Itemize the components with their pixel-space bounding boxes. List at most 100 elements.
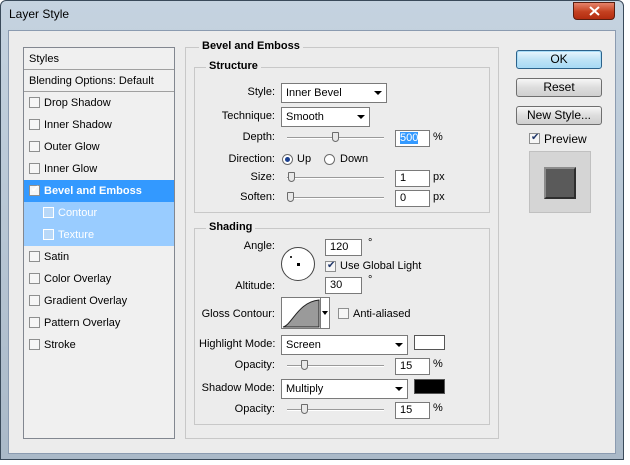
highlight-opacity-input[interactable]: 15 xyxy=(395,358,430,375)
shadow-color-swatch[interactable] xyxy=(414,379,445,394)
sidebar-item-texture[interactable]: Texture xyxy=(24,224,174,246)
gloss-contour-label: Gloss Contour: xyxy=(201,308,275,320)
depth-slider[interactable] xyxy=(287,132,384,142)
sidebar-item-inner-glow[interactable]: Inner Glow xyxy=(24,158,174,180)
sidebar-item-color-overlay[interactable]: Color Overlay xyxy=(24,268,174,290)
shadow-opacity-slider[interactable] xyxy=(287,404,384,414)
soften-value: 0 xyxy=(400,192,407,204)
angle-input[interactable]: 120 xyxy=(325,239,362,256)
technique-select[interactable]: Smooth xyxy=(281,107,370,127)
shadow-opacity-input[interactable]: 15 xyxy=(395,402,430,419)
sidebar-item-label: Drop Shadow xyxy=(44,97,111,109)
highlight-opacity-value: 15 xyxy=(400,360,413,372)
soften-slider[interactable] xyxy=(287,192,384,202)
blending-options-label: Blending Options: Default xyxy=(29,75,154,87)
new-style-button[interactable]: New Style... xyxy=(516,106,602,125)
soften-slider-thumb[interactable] xyxy=(287,192,294,202)
stroke-checkbox[interactable] xyxy=(29,339,40,350)
outer-glow-checkbox[interactable] xyxy=(29,141,40,152)
use-global-light-label: Use Global Light xyxy=(340,260,422,272)
highlight-mode-value: Screen xyxy=(286,339,321,351)
direction-up-radio[interactable] xyxy=(282,154,293,165)
pattern-overlay-checkbox[interactable] xyxy=(29,317,40,328)
bevel-emboss-title: Bevel and Emboss xyxy=(199,40,303,52)
use-global-light-checkbox[interactable]: ✔ xyxy=(325,260,336,272)
angle-dial[interactable] xyxy=(281,247,315,281)
altitude-input[interactable]: 30 xyxy=(325,277,362,294)
shadow-opacity-unit: % xyxy=(433,402,443,414)
blending-options-item[interactable]: Blending Options: Default xyxy=(24,70,174,92)
depth-label: Depth: xyxy=(242,131,275,143)
sidebar-item-label: Stroke xyxy=(44,339,76,351)
shading-title: Shading xyxy=(206,221,256,233)
title-bar[interactable]: Layer Style xyxy=(1,1,623,29)
styles-header[interactable]: Styles xyxy=(24,48,174,70)
preview-checkbox[interactable]: ✔ xyxy=(529,132,540,144)
anti-aliased-label: Anti-aliased xyxy=(353,308,411,320)
sidebar-item-stroke[interactable]: Stroke xyxy=(24,334,174,356)
size-input[interactable]: 1 xyxy=(395,170,430,187)
angle-unit: ° xyxy=(368,237,373,249)
sidebar-item-outer-glow[interactable]: Outer Glow xyxy=(24,136,174,158)
preview-label: Preview xyxy=(544,132,587,146)
highlight-color-swatch[interactable] xyxy=(414,335,445,350)
close-button[interactable] xyxy=(573,2,615,20)
altitude-value: 30 xyxy=(330,279,343,291)
sidebar-item-bevel-and-emboss[interactable]: ✔ Bevel and Emboss xyxy=(24,180,174,202)
depth-value: 500 xyxy=(400,132,419,144)
sidebar-item-satin[interactable]: Satin xyxy=(24,246,174,268)
checkmark-icon: ✔ xyxy=(31,184,40,195)
depth-unit: % xyxy=(433,131,443,143)
sidebar-item-inner-shadow[interactable]: Inner Shadow xyxy=(24,114,174,136)
shadow-mode-select[interactable]: Multiply xyxy=(281,379,408,399)
ok-button[interactable]: OK xyxy=(516,50,602,69)
sidebar-item-label: Color Overlay xyxy=(44,273,112,285)
gradient-overlay-checkbox[interactable] xyxy=(29,295,40,306)
angle-label: Angle: xyxy=(243,240,275,252)
drop-shadow-checkbox[interactable] xyxy=(29,97,40,108)
checkmark-icon: ✔ xyxy=(531,132,540,143)
shadow-mode-value: Multiply xyxy=(286,383,324,395)
sidebar-item-pattern-overlay[interactable]: Pattern Overlay xyxy=(24,312,174,334)
satin-checkbox[interactable] xyxy=(29,251,40,262)
sidebar-item-label: Outer Glow xyxy=(44,141,100,153)
highlight-opacity-slider[interactable] xyxy=(287,360,384,370)
highlight-opacity-label: Opacity: xyxy=(234,359,275,371)
soften-input[interactable]: 0 xyxy=(395,190,430,207)
anti-aliased-checkbox[interactable] xyxy=(338,308,349,319)
sidebar-item-gradient-overlay[interactable]: Gradient Overlay xyxy=(24,290,174,312)
inner-glow-checkbox[interactable] xyxy=(29,163,40,174)
sidebar-item-label: Pattern Overlay xyxy=(44,317,121,329)
inner-shadow-checkbox[interactable] xyxy=(29,119,40,130)
size-unit: px xyxy=(433,171,445,183)
close-icon xyxy=(589,6,600,16)
depth-slider-thumb[interactable] xyxy=(332,132,339,142)
shadow-opacity-thumb[interactable] xyxy=(301,404,308,414)
sidebar-item-label: Satin xyxy=(44,251,70,263)
highlight-opacity-thumb[interactable] xyxy=(301,360,308,370)
chevron-down-icon xyxy=(322,311,328,315)
gloss-contour-dropdown[interactable] xyxy=(321,297,330,329)
highlight-mode-select[interactable]: Screen xyxy=(281,335,408,355)
shadow-opacity-value: 15 xyxy=(400,404,413,416)
color-overlay-checkbox[interactable] xyxy=(29,273,40,284)
sidebar-item-drop-shadow[interactable]: Drop Shadow xyxy=(24,92,174,114)
contour-checkbox[interactable] xyxy=(43,207,54,218)
gloss-contour-preview[interactable] xyxy=(281,297,321,329)
texture-checkbox[interactable] xyxy=(43,229,54,240)
sidebar-item-label: Bevel and Emboss xyxy=(44,185,142,197)
chevron-down-icon xyxy=(395,343,403,347)
depth-input[interactable]: 500 xyxy=(395,130,430,147)
bevel-and-emboss-checkbox[interactable]: ✔ xyxy=(29,184,40,196)
direction-down-radio[interactable] xyxy=(324,154,335,165)
size-slider-thumb[interactable] xyxy=(288,172,295,182)
sidebar-item-label: Texture xyxy=(58,229,95,241)
style-preview xyxy=(529,151,591,213)
styles-label: Styles xyxy=(29,53,59,65)
preview-swatch xyxy=(544,167,576,199)
reset-button[interactable]: Reset xyxy=(516,78,602,97)
shadow-mode-label: Shadow Mode: xyxy=(201,382,275,394)
size-slider[interactable] xyxy=(287,172,384,182)
sidebar-item-contour[interactable]: Contour xyxy=(24,202,174,224)
style-select[interactable]: Inner Bevel xyxy=(281,83,387,103)
